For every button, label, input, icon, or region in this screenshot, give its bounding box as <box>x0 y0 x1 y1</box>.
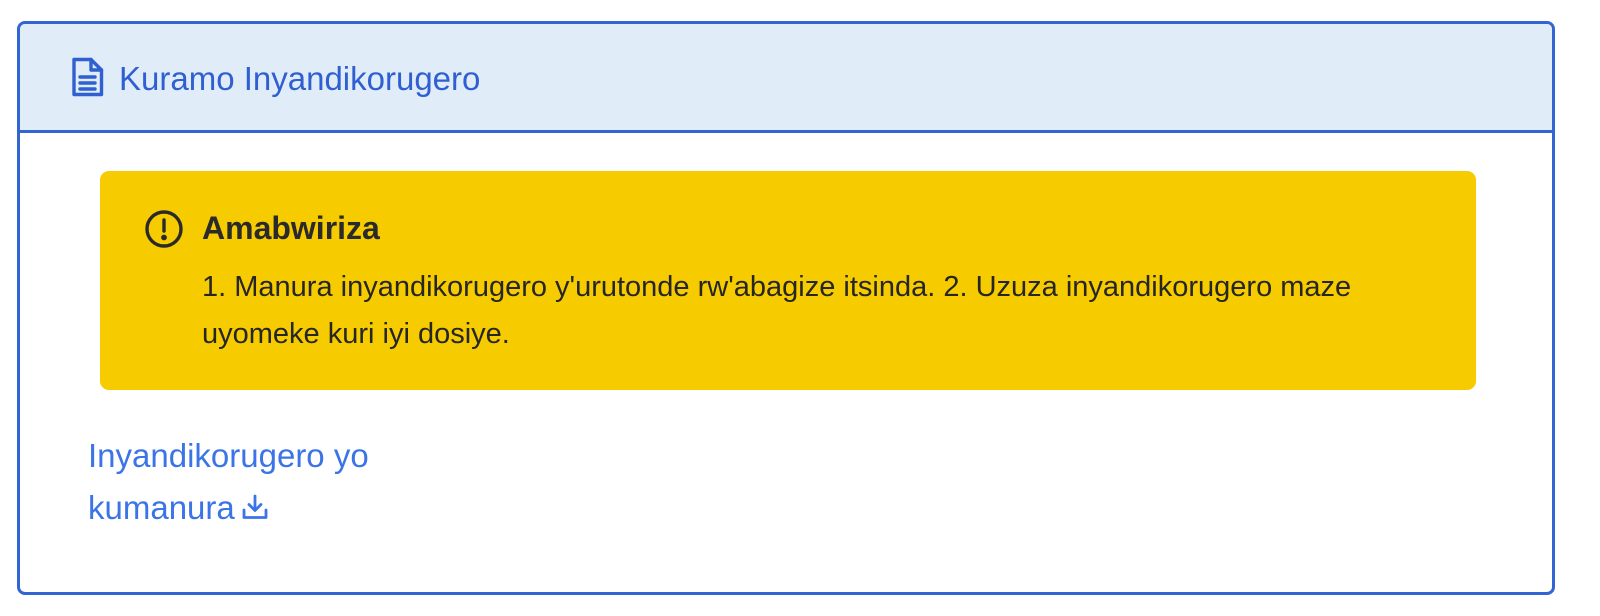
file-text-icon <box>70 57 104 97</box>
download-icon <box>241 484 269 519</box>
download-link-label: Inyandikorugero yo kumanura <box>88 437 369 526</box>
instructions-alert: Amabwiriza 1. Manura inyandikorugero y'u… <box>100 171 1476 390</box>
panel-header: Kuramo Inyandikorugero <box>20 24 1552 133</box>
alert-body: 1. Manura inyandikorugero y'urutonde rw'… <box>202 271 1352 350</box>
panel-title: Kuramo Inyandikorugero <box>119 60 481 97</box>
alert-circle-icon <box>144 209 184 249</box>
download-template-link[interactable]: Inyandikorugero yo kumanura <box>88 430 418 534</box>
template-download-panel: Kuramo Inyandikorugero Amabwiriza 1. Man… <box>17 21 1555 595</box>
alert-title: Amabwiriza <box>202 210 380 246</box>
